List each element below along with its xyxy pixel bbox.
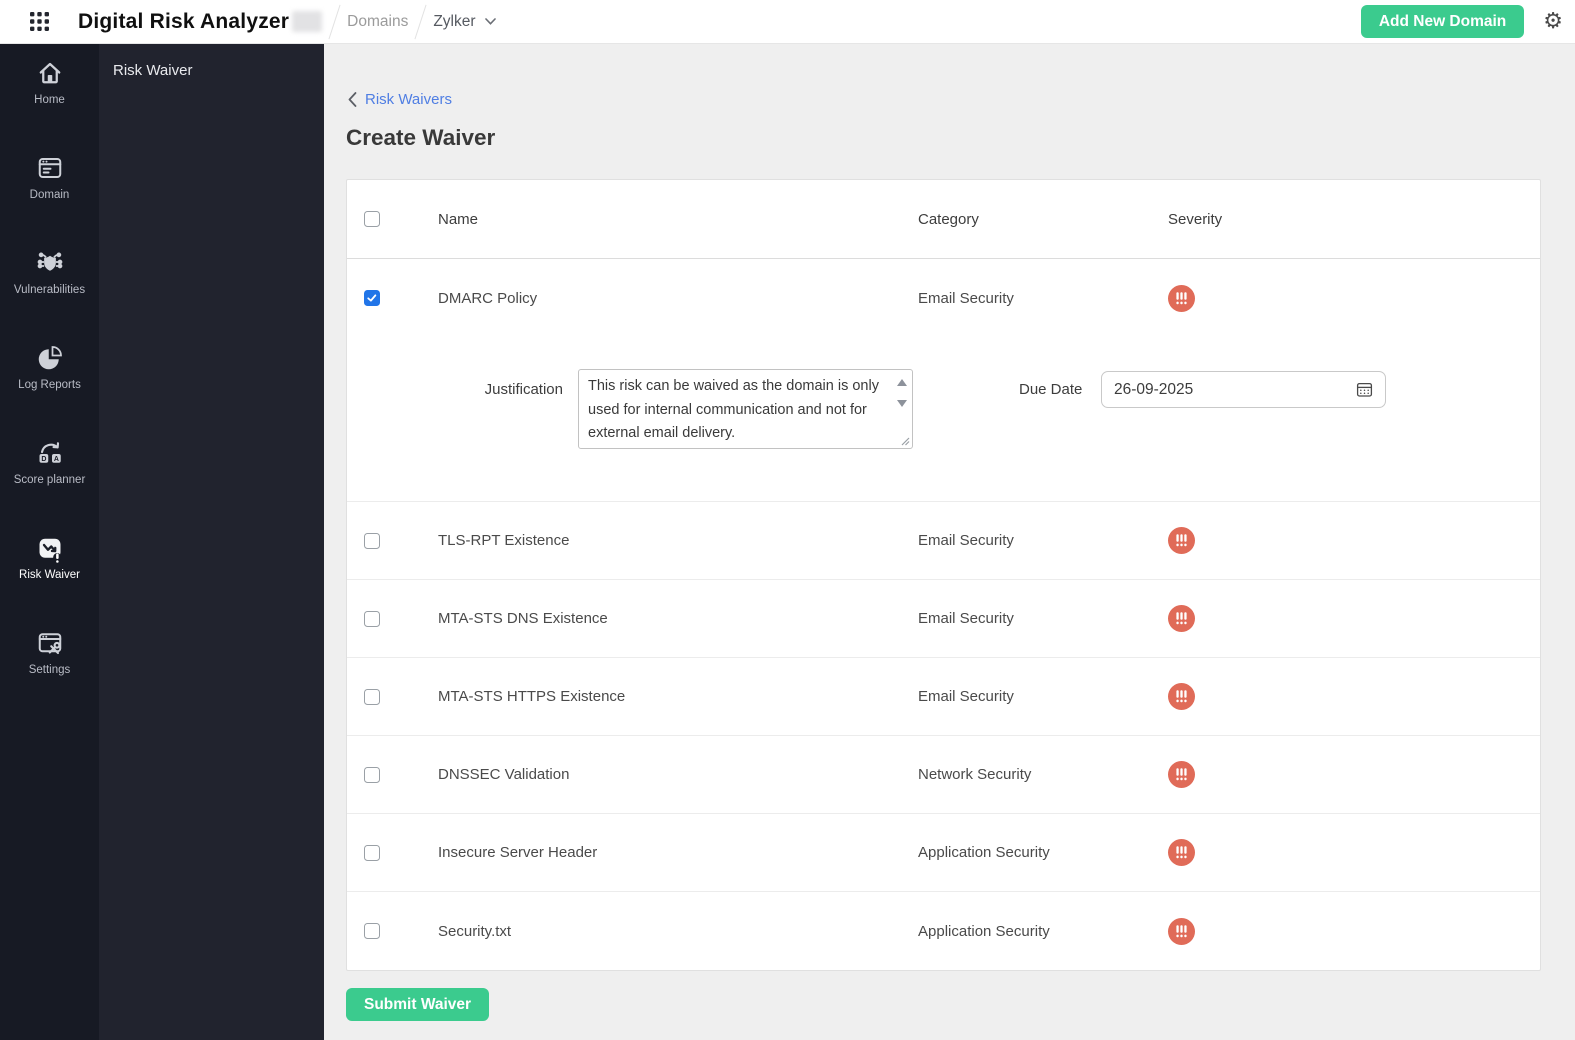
row-checkbox[interactable] — [364, 844, 380, 861]
table-row: MTA-STS HTTPS Existence Email Security — [347, 658, 1540, 736]
app-title: Digital Risk Analyzer — [78, 9, 290, 33]
risk-category: Email Security — [918, 532, 1014, 549]
row-checkbox[interactable] — [364, 923, 380, 939]
sidebar-item-label: Vulnerabilities — [13, 284, 86, 296]
table-row: TLS-RPT Existence Email Security — [347, 502, 1540, 580]
gear-icon[interactable]: ⚙ — [1543, 10, 1563, 33]
scroll-up-icon[interactable] — [897, 379, 907, 386]
svg-text:A: A — [53, 456, 58, 463]
table-row: DNSSEC Validation Network Security — [347, 736, 1540, 814]
justification-field-wrap: This risk can be waived as the domain is… — [578, 369, 913, 449]
sidebar-item-vulnerabilities[interactable]: Vulnerabilities — [0, 248, 99, 343]
risk-category: Email Security — [918, 610, 1014, 627]
domain-selector[interactable]: Zylker — [433, 12, 496, 31]
domain-icon — [38, 158, 61, 178]
risk-table: Name Category Severity DMARC Policy Emai… — [346, 179, 1541, 971]
table-row: MTA-STS DNS Existence Email Security — [347, 580, 1540, 658]
risk-name: DNSSEC Validation — [438, 766, 570, 783]
column-header-category: Category — [918, 210, 979, 228]
table-row: Insecure Server Header Application Secur… — [347, 814, 1540, 892]
sidebar-item-home[interactable]: Home — [0, 58, 99, 153]
app-launcher-icon[interactable] — [30, 12, 49, 31]
log-reports-icon — [38, 346, 62, 370]
risk-name: Insecure Server Header — [438, 844, 598, 861]
sidebar-item-label: Risk Waiver — [19, 569, 80, 581]
justification-input[interactable]: This risk can be waived as the domain is… — [579, 370, 912, 448]
secondary-panel: Risk Waiver — [99, 44, 324, 1040]
risk-name: Security.txt — [438, 922, 512, 940]
back-link[interactable]: Risk Waivers — [348, 91, 452, 108]
table-row: DMARC Policy Email Security Justificatio… — [347, 259, 1540, 502]
sidebar-item-label: Domain — [29, 189, 70, 201]
due-date-input[interactable] — [1114, 380, 1264, 399]
select-all-checkbox[interactable] — [364, 211, 380, 227]
severity-high-icon — [1168, 683, 1195, 710]
due-date-label: Due Date — [1019, 381, 1083, 398]
risk-category: Email Security — [918, 688, 1014, 705]
justification-label: Justification — [484, 381, 563, 398]
risk-name: MTA-STS DNS Existence — [438, 610, 608, 627]
redacted-text — [292, 11, 323, 32]
sidebar-item-domain[interactable]: Domain — [0, 153, 99, 248]
sidebar-item-label: Score planner — [13, 474, 86, 486]
severity-high-icon — [1168, 761, 1195, 788]
scroll-down-icon[interactable] — [897, 400, 907, 407]
risk-waiver-icon — [39, 538, 61, 563]
page-title: Create Waiver — [346, 125, 496, 150]
severity-high-icon — [1168, 605, 1195, 632]
resize-handle-icon[interactable] — [901, 437, 910, 446]
svg-text:D: D — [41, 456, 46, 463]
settings-icon — [38, 633, 61, 655]
sidebar-item-label: Home — [34, 94, 65, 106]
panel-title: Risk Waiver — [113, 62, 193, 79]
severity-high-icon — [1168, 284, 1195, 312]
sidebar-item-label: Log Reports — [18, 379, 81, 391]
table-row: Security.txt Application Security — [347, 892, 1540, 970]
sidebar-item-score-planner[interactable]: D A Score planner — [0, 438, 99, 533]
chevron-down-icon — [484, 18, 496, 25]
row-checkbox[interactable] — [364, 688, 380, 705]
back-link-label: Risk Waivers — [365, 91, 452, 108]
score-planner-icon: D A — [39, 442, 61, 463]
sidebar-item-settings[interactable]: Settings — [0, 628, 99, 723]
home-icon — [39, 62, 60, 84]
row-checkbox[interactable] — [364, 610, 380, 627]
sidebar-item-log-reports[interactable]: Log Reports — [0, 343, 99, 438]
table-header-row: Name Category Severity — [347, 180, 1540, 259]
risk-name: TLS-RPT Existence — [438, 532, 570, 549]
severity-high-icon — [1168, 527, 1195, 554]
add-new-domain-button[interactable]: Add New Domain — [1360, 5, 1525, 38]
breadcrumb-domains[interactable]: Domains — [347, 13, 408, 31]
risk-category: Network Security — [918, 766, 1032, 783]
waiver-form: Justification This risk can be waived as… — [347, 337, 1540, 501]
main-content: Risk Waivers Create Waiver Name Category… — [324, 44, 1575, 1040]
severity-high-icon — [1168, 917, 1195, 945]
due-date-field — [1101, 371, 1386, 408]
risk-category: Application Security — [918, 844, 1050, 861]
risk-name: MTA-STS HTTPS Existence — [438, 688, 626, 705]
app-header: Digital Risk Analyzer Domains Zylker Add… — [0, 0, 1575, 44]
sidebar-item-risk-waiver[interactable]: Risk Waiver — [0, 533, 99, 628]
primary-sidebar: Home Domain Vulnerabilities Log Reports … — [0, 44, 99, 1040]
risk-category: Email Security — [918, 289, 1014, 307]
vulnerabilities-icon — [37, 252, 62, 271]
breadcrumb-divider — [328, 4, 341, 39]
row-checkbox[interactable] — [364, 290, 380, 306]
domain-selector-label: Zylker — [433, 12, 476, 30]
row-checkbox[interactable] — [364, 766, 380, 783]
row-checkbox[interactable] — [364, 532, 380, 549]
risk-category: Application Security — [918, 922, 1050, 940]
column-header-severity: Severity — [1168, 210, 1223, 228]
chevron-left-icon — [348, 92, 357, 107]
severity-high-icon — [1168, 839, 1195, 866]
risk-name: DMARC Policy — [438, 289, 538, 307]
breadcrumb-divider — [414, 4, 427, 39]
sidebar-item-label: Settings — [28, 664, 71, 676]
submit-waiver-button[interactable]: Submit Waiver — [346, 988, 490, 1021]
calendar-icon[interactable] — [1356, 381, 1373, 398]
column-header-name: Name — [438, 210, 479, 228]
